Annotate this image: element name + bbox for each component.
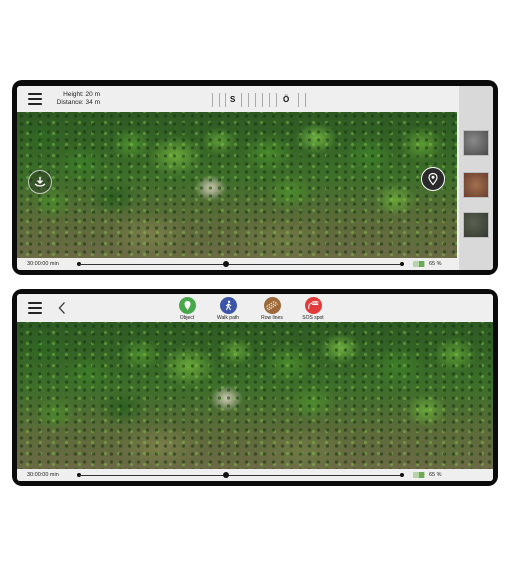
- chevron-left-icon: [58, 302, 65, 314]
- svg-text:SOS: SOS: [312, 301, 319, 305]
- sos-spot-button[interactable]: SOS SOS spot: [293, 297, 333, 321]
- walker-icon: [225, 300, 231, 311]
- place-marker-button[interactable]: [421, 167, 445, 191]
- walk-path-label: Walk path: [216, 315, 240, 321]
- flight-info: Height: 20 m Distance: 34 m: [53, 91, 100, 107]
- walk-path-action-circle: [219, 297, 237, 314]
- distance-readout: Distance: 34 m: [56, 99, 100, 106]
- row-lines-label: Row lines: [261, 315, 283, 321]
- row-lines-action-circle: [263, 297, 281, 314]
- aerial-forest-image: [17, 112, 457, 258]
- compass-strip: S Ö: [212, 89, 312, 111]
- top-screen: Height: 20 m Distance: 34 m S Ö 30:00:00…: [17, 86, 493, 270]
- add-object-button[interactable]: Object: [167, 297, 207, 321]
- rows-icon: [266, 300, 278, 311]
- bottom-device-frame: Object Walk path Row lines SOS SOS spot …: [12, 289, 498, 486]
- download-map-button[interactable]: [28, 170, 52, 194]
- marker-pin-icon: [428, 172, 438, 186]
- battery-icon: [413, 261, 425, 267]
- timeline-track[interactable]: [79, 475, 401, 476]
- timeline-scrubber[interactable]: [223, 472, 229, 478]
- compass-south-label: S: [230, 95, 236, 104]
- timeline-end-dot: [400, 473, 404, 477]
- pin-icon: [184, 301, 190, 310]
- row-lines-button[interactable]: Row lines: [252, 297, 292, 321]
- photo-thumbnail-panel: [459, 86, 493, 270]
- photo-thumbnail-dark[interactable]: [463, 212, 489, 238]
- timeline-scrubber[interactable]: [223, 261, 229, 267]
- bottom-screen: Object Walk path Row lines SOS SOS spot …: [17, 294, 493, 481]
- download-icon: [34, 177, 46, 187]
- aerial-forest-image: [17, 322, 493, 469]
- object-label: Object: [179, 315, 195, 321]
- back-button[interactable]: [55, 300, 69, 316]
- battery-level: 65 %: [429, 261, 442, 267]
- timeline-bar: 30:00:00 min 65 %: [17, 258, 457, 270]
- photo-thumbnail-gray[interactable]: [463, 130, 489, 156]
- battery-level: 65 %: [429, 472, 442, 478]
- menu-icon[interactable]: [28, 301, 42, 315]
- timeline-end-dot: [400, 262, 404, 266]
- menu-icon[interactable]: [28, 92, 42, 106]
- elapsed-time: 30:00:00 min: [27, 472, 59, 478]
- timeline-bar: 30:00:00 min 65 %: [17, 469, 493, 481]
- battery-icon: [413, 472, 425, 478]
- object-action-circle: [178, 297, 196, 314]
- walk-path-button[interactable]: Walk path: [208, 297, 248, 321]
- sos-action-circle: SOS: [304, 297, 322, 314]
- top-device-frame: Height: 20 m Distance: 34 m S Ö 30:00:00…: [12, 80, 498, 275]
- sos-icon: SOS: [308, 301, 319, 310]
- timeline-track[interactable]: [79, 264, 401, 265]
- height-readout: Height: 20 m: [63, 91, 100, 98]
- sos-spot-label: SOS spot: [302, 315, 324, 321]
- photo-thumbnail-red[interactable]: [463, 172, 489, 198]
- compass-west-label: Ö: [283, 95, 290, 104]
- elapsed-time: 30:00:00 min: [27, 261, 59, 267]
